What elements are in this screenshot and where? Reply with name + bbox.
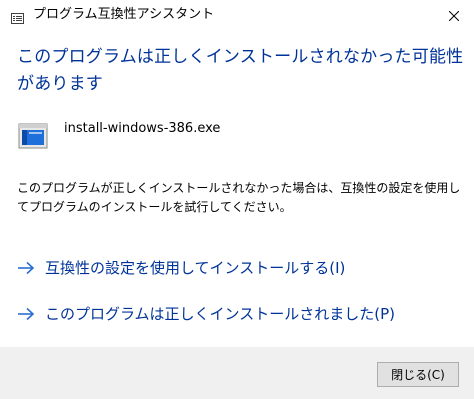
install-with-compat-settings-link[interactable]: 互換性の設定を使用してインストールする(I) bbox=[17, 253, 457, 283]
main-instruction: このプログラムは正しくインストールされなかった可能性があります bbox=[17, 47, 464, 94]
window-close-button[interactable] bbox=[434, 0, 474, 30]
program-file-name: install-windows-386.exe bbox=[64, 121, 221, 136]
close-icon bbox=[448, 6, 460, 25]
application-window-icon bbox=[18, 121, 48, 151]
install-with-compat-settings-label: 互換性の設定を使用してインストールする(I) bbox=[45, 259, 346, 277]
arrow-right-icon bbox=[17, 261, 37, 275]
program-compatibility-icon bbox=[11, 9, 24, 24]
compatibility-assistant-window: プログラム互換性アシスタント このプログラムは正しくインストールされなかった可能… bbox=[0, 0, 474, 399]
installed-correctly-link[interactable]: このプログラムは正しくインストールされました(P) bbox=[17, 299, 457, 329]
installed-correctly-label: このプログラムは正しくインストールされました(P) bbox=[45, 305, 396, 323]
arrow-right-icon bbox=[17, 307, 37, 321]
window-title: プログラム互換性アシスタント bbox=[33, 7, 215, 22]
dialog-footer: 閉じる(C) bbox=[0, 347, 474, 399]
title-bar: プログラム互換性アシスタント bbox=[0, 0, 474, 30]
close-dialog-button[interactable]: 閉じる(C) bbox=[377, 362, 459, 387]
content-description: このプログラムが正しくインストールされなかった場合は、互換性の設定を使用してプロ… bbox=[17, 181, 461, 214]
